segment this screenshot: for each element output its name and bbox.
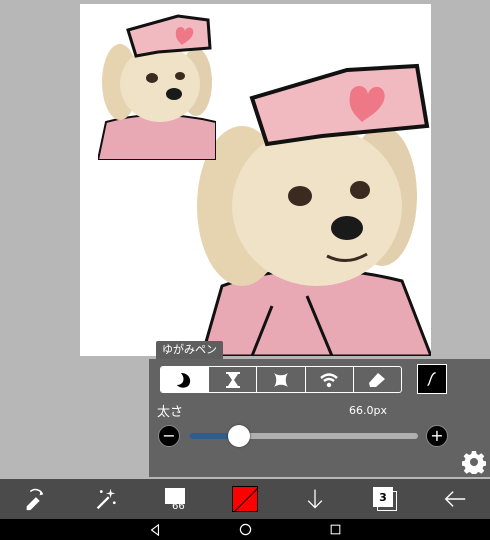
size-decrease-button[interactable]: − — [158, 425, 180, 447]
drawing-canvas[interactable] — [80, 4, 431, 356]
spray-pen-icon — [320, 372, 339, 387]
arrow-left-icon — [444, 491, 466, 507]
brush-size-button[interactable] — [140, 479, 210, 519]
nav-recents-icon[interactable] — [330, 524, 341, 535]
hourglass-pen-icon — [225, 371, 240, 388]
size-slider-thumb[interactable] — [228, 425, 251, 447]
size-label: 太さ — [157, 405, 184, 420]
pen-type-spray[interactable] — [306, 367, 354, 392]
pen-type-hourglass[interactable] — [209, 367, 258, 392]
color-swatch — [232, 486, 258, 512]
size-slider[interactable] — [189, 425, 418, 447]
dog-illustration-small — [98, 12, 216, 160]
pen-type-selector — [160, 366, 402, 393]
color-slash-icon — [234, 488, 257, 511]
dog-photo-large — [182, 56, 431, 356]
layers-icon: 3 — [373, 487, 397, 511]
size-increase-button[interactable]: + — [426, 425, 448, 447]
dog-illustration-large — [182, 56, 431, 356]
crescent-pen-icon — [176, 372, 190, 388]
download-button[interactable] — [280, 479, 350, 519]
dog-photo-small — [98, 12, 216, 160]
pen-type-blob[interactable] — [257, 367, 306, 392]
pen-settings-panel: 太さ 66.0px − + — [149, 359, 490, 477]
curve-stroke-icon — [427, 372, 436, 386]
layer-count: 3 — [379, 490, 387, 504]
pen-eraser-swap-icon — [26, 488, 44, 511]
nav-back-icon[interactable] — [149, 523, 161, 536]
brush-size-number: 66 — [172, 501, 185, 512]
arrow-down-icon — [307, 489, 323, 509]
plus-icon: + — [430, 426, 444, 445]
bottom-toolbar: 3 66 — [0, 479, 490, 519]
android-nav-bar — [0, 519, 490, 540]
stroke-curve-button[interactable] — [417, 364, 447, 394]
back-button[interactable] — [420, 479, 490, 519]
transform-tool-button[interactable] — [0, 479, 70, 519]
color-button[interactable] — [210, 479, 280, 519]
pen-type-crescent[interactable] — [161, 367, 210, 392]
nav-home-icon[interactable] — [239, 523, 252, 536]
tool-name-tab: ゆがみペン — [156, 341, 223, 359]
gear-icon — [462, 451, 486, 474]
pen-settings-button[interactable] — [461, 449, 487, 475]
magic-wand-button[interactable] — [70, 479, 140, 519]
size-value: 66.0px — [349, 404, 387, 417]
layers-button[interactable]: 3 — [350, 479, 420, 519]
eraser-pen-icon — [369, 372, 386, 387]
pen-type-eraser[interactable] — [354, 367, 401, 392]
magic-wand-icon — [96, 488, 116, 510]
minus-icon: − — [162, 426, 176, 445]
blob-pen-icon — [274, 372, 288, 387]
